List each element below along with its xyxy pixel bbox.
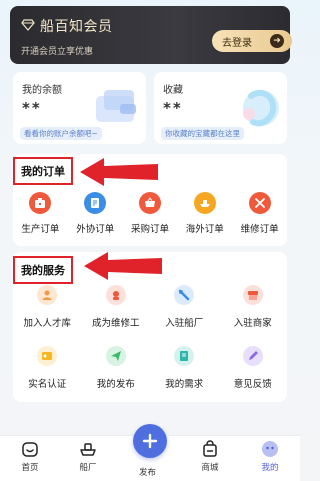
tab-home-label: 首页 bbox=[21, 463, 39, 473]
services-section-title: 我的服务 bbox=[13, 256, 73, 284]
tab-mall[interactable]: 商城 bbox=[190, 440, 230, 473]
tab-shipyard-label: 船厂 bbox=[79, 463, 97, 473]
diamond-icon bbox=[21, 19, 35, 31]
service-item-verification[interactable]: 实名认证 bbox=[13, 346, 82, 390]
profile-face-icon bbox=[262, 441, 278, 457]
favorites-illustration-icon bbox=[243, 89, 279, 127]
order-item-label: 采购订单 bbox=[130, 224, 169, 235]
order-item-label: 海外订单 bbox=[185, 224, 224, 235]
service-item-my-posts[interactable]: 我的发布 bbox=[82, 346, 151, 390]
service-item-label: 成为维修工 bbox=[91, 318, 140, 329]
balance-hint: 看看你的账户余额吧~ bbox=[20, 127, 102, 140]
feedback-icon bbox=[242, 346, 263, 366]
order-item-outsourcing[interactable]: 外协订单 bbox=[68, 192, 123, 235]
talent-pool-icon bbox=[37, 285, 58, 305]
orders-annotation-arrow-icon bbox=[80, 158, 158, 186]
shipyard-icon bbox=[174, 285, 195, 305]
service-item-label: 意见反馈 bbox=[233, 379, 272, 390]
tab-mall-label: 商城 bbox=[201, 463, 219, 473]
order-item-label: 生产订单 bbox=[21, 224, 60, 235]
services-row-1: 加入人才库 成为维修工 入驻船厂 入驻商家 bbox=[13, 285, 287, 329]
favorites-card[interactable]: 收藏 ** 你收藏的宝藏都在这里 bbox=[154, 72, 287, 144]
my-needs-icon bbox=[174, 346, 195, 366]
orders-section-title: 我的订单 bbox=[13, 157, 73, 185]
order-item-label: 外协订单 bbox=[76, 224, 115, 235]
overseas-order-icon bbox=[193, 192, 216, 214]
orders-icon-row: 生产订单 外协订单 采购订单 海外订单 维修订单 bbox=[13, 192, 287, 235]
service-item-label: 实名认证 bbox=[28, 379, 67, 390]
vip-subtitle: 开通会员立享优惠 bbox=[21, 47, 94, 57]
service-item-repair-worker[interactable]: 成为维修工 bbox=[82, 285, 151, 329]
service-item-my-needs[interactable]: 我的需求 bbox=[150, 346, 219, 390]
service-item-label: 入驻船厂 bbox=[165, 318, 204, 329]
services-annotation-arrow-icon bbox=[84, 252, 162, 280]
balance-value: ** bbox=[22, 99, 42, 117]
favorites-value: ** bbox=[163, 99, 183, 117]
service-item-feedback[interactable]: 意见反馈 bbox=[219, 346, 288, 390]
service-item-merchant[interactable]: 入驻商家 bbox=[219, 285, 288, 329]
balance-label: 我的余额 bbox=[22, 85, 62, 96]
favorites-hint: 你收藏的宝藏都在这里 bbox=[161, 127, 244, 140]
tab-mine[interactable]: 我的 bbox=[250, 440, 290, 473]
outsourcing-order-icon bbox=[84, 192, 107, 214]
repair-worker-icon bbox=[105, 285, 126, 305]
service-item-shipyard[interactable]: 入驻船厂 bbox=[150, 285, 219, 329]
publish-button[interactable] bbox=[133, 424, 167, 458]
order-item-repair[interactable]: 维修订单 bbox=[232, 192, 287, 235]
arrow-right-icon: ➜ bbox=[270, 34, 284, 48]
service-item-talent-pool[interactable]: 加入人才库 bbox=[13, 285, 82, 329]
tab-home[interactable]: 首页 bbox=[10, 440, 50, 473]
services-row-2: 实名认证 我的发布 我的需求 意见反馈 bbox=[13, 346, 287, 390]
favorites-label: 收藏 bbox=[163, 85, 183, 96]
purchase-order-icon bbox=[138, 192, 161, 214]
tab-mine-label: 我的 bbox=[261, 463, 279, 473]
shopping-bag-icon bbox=[203, 440, 217, 457]
merchant-icon bbox=[242, 285, 263, 305]
order-item-production[interactable]: 生产订单 bbox=[13, 192, 68, 235]
wallet-illustration-icon bbox=[96, 90, 136, 122]
plus-icon bbox=[142, 433, 158, 449]
service-item-label: 我的发布 bbox=[96, 379, 135, 390]
ship-icon bbox=[80, 443, 96, 456]
publish-label: 发布 bbox=[139, 468, 157, 478]
balance-card[interactable]: 我的余额 ** 看看你的账户余额吧~ bbox=[13, 72, 146, 144]
vip-banner[interactable]: 船百知会员 开通会员立享优惠 去登录 ➜ bbox=[10, 6, 292, 64]
vip-title: 船百知会员 bbox=[40, 19, 113, 35]
order-item-purchase[interactable]: 采购订单 bbox=[123, 192, 178, 235]
repair-order-icon bbox=[248, 192, 271, 214]
my-posts-icon bbox=[105, 346, 126, 366]
service-item-label: 入驻商家 bbox=[233, 318, 272, 329]
production-order-icon bbox=[29, 192, 52, 214]
login-button-label: 去登录 bbox=[222, 37, 252, 49]
tab-shipyard[interactable]: 船厂 bbox=[68, 440, 108, 473]
service-item-label: 加入人才库 bbox=[23, 318, 71, 329]
order-item-label: 维修订单 bbox=[240, 224, 279, 235]
login-button[interactable]: 去登录 ➜ bbox=[212, 30, 292, 52]
service-item-label: 我的需求 bbox=[165, 379, 204, 390]
verification-icon bbox=[37, 346, 58, 366]
order-item-overseas[interactable]: 海外订单 bbox=[177, 192, 232, 235]
home-icon bbox=[22, 442, 38, 457]
